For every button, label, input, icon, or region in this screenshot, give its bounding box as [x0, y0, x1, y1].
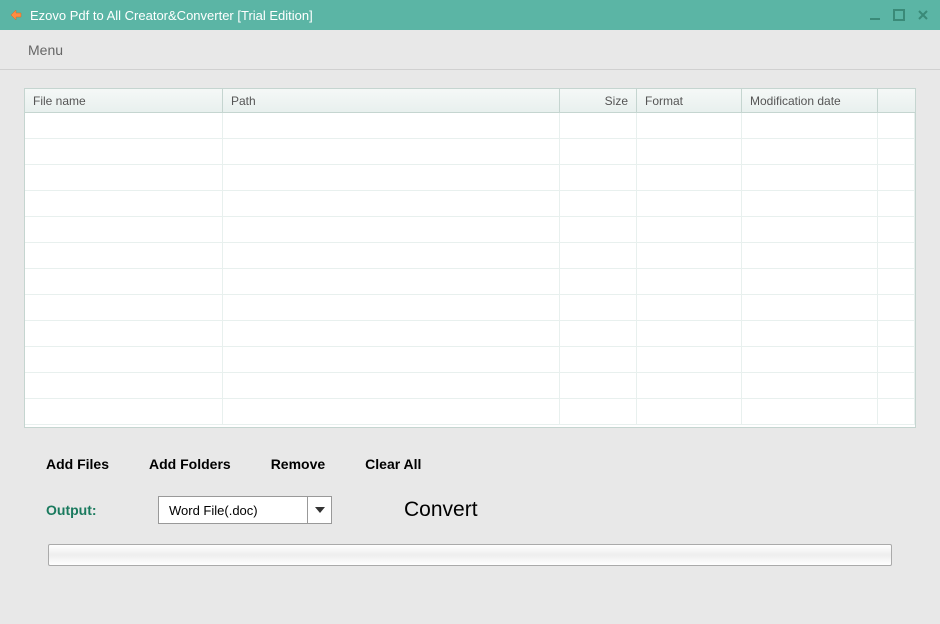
close-button[interactable] — [914, 6, 932, 24]
output-format-value: Word File(.doc) — [159, 497, 307, 523]
progress-bar — [48, 544, 892, 566]
title-bar-left: Ezovo Pdf to All Creator&Converter [Tria… — [8, 7, 313, 23]
column-header-path[interactable]: Path — [223, 89, 560, 112]
table-row — [25, 373, 915, 399]
table-row — [25, 347, 915, 373]
action-bar: Add Files Add Folders Remove Clear All — [24, 428, 916, 488]
table-row — [25, 321, 915, 347]
add-folders-button[interactable]: Add Folders — [149, 456, 231, 472]
title-bar: Ezovo Pdf to All Creator&Converter [Tria… — [0, 0, 940, 30]
add-files-button[interactable]: Add Files — [46, 456, 109, 472]
column-header-size[interactable]: Size — [560, 89, 637, 112]
menu-button[interactable]: Menu — [20, 38, 71, 62]
column-header-format[interactable]: Format — [637, 89, 742, 112]
progress-container — [24, 544, 916, 586]
minimize-button[interactable] — [866, 6, 884, 24]
file-table: File name Path Size Format Modification … — [24, 88, 916, 428]
content-area: File name Path Size Format Modification … — [0, 70, 940, 596]
convert-button[interactable]: Convert — [404, 498, 478, 522]
output-label: Output: — [46, 502, 158, 518]
table-row — [25, 217, 915, 243]
column-header-filename[interactable]: File name — [25, 89, 223, 112]
table-row — [25, 295, 915, 321]
dropdown-arrow-icon[interactable] — [307, 497, 331, 523]
window-title: Ezovo Pdf to All Creator&Converter [Tria… — [30, 8, 313, 23]
window-controls — [866, 6, 932, 24]
table-body[interactable] — [25, 113, 915, 425]
table-row — [25, 113, 915, 139]
remove-button[interactable]: Remove — [271, 456, 325, 472]
table-header: File name Path Size Format Modification … — [25, 89, 915, 113]
column-header-date[interactable]: Modification date — [742, 89, 878, 112]
column-header-extra — [878, 89, 915, 112]
output-format-select[interactable]: Word File(.doc) — [158, 496, 332, 524]
table-row — [25, 139, 915, 165]
clear-all-button[interactable]: Clear All — [365, 456, 421, 472]
table-row — [25, 191, 915, 217]
table-row — [25, 269, 915, 295]
table-row — [25, 165, 915, 191]
table-row — [25, 243, 915, 269]
maximize-button[interactable] — [890, 6, 908, 24]
app-icon — [8, 7, 24, 23]
output-row: Output: Word File(.doc) Convert — [24, 488, 916, 544]
menu-bar: Menu — [0, 30, 940, 70]
table-row — [25, 399, 915, 425]
